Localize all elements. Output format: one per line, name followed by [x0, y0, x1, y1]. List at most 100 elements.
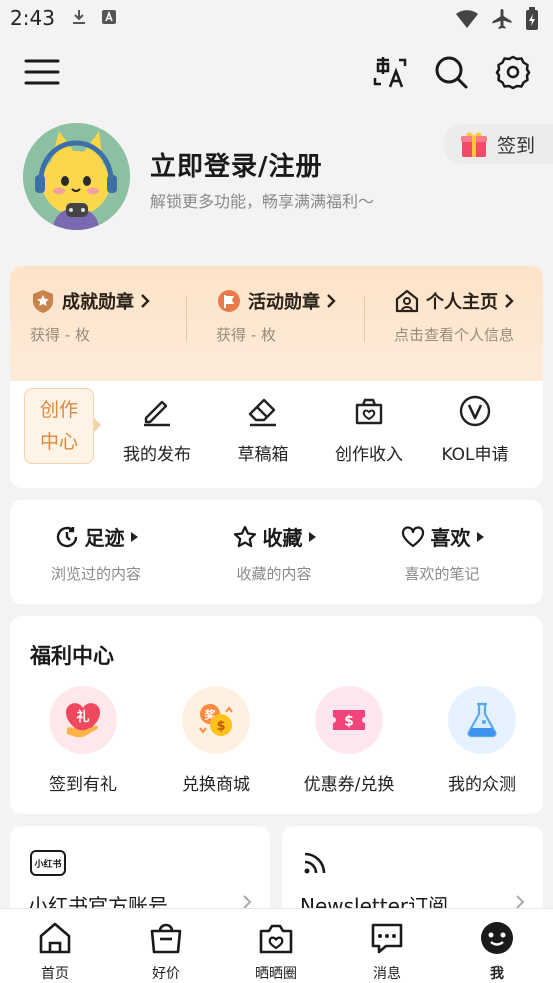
likes-sub: 喜欢的笔记 [404, 565, 480, 583]
divider [186, 296, 187, 342]
footprint-sub: 浏览过的内容 [50, 565, 141, 583]
drafts-label: 草稿箱 [237, 445, 289, 465]
tab-deals[interactable]: 好价 [121, 919, 211, 983]
activity-flag-icon [216, 288, 242, 314]
avatar[interactable] [23, 123, 130, 230]
achievement-shield-icon [30, 288, 56, 314]
tab-messages-label: 消息 [373, 966, 401, 982]
coin-exchange-icon: 奖 $ [182, 686, 250, 754]
status-time: 2:43 [10, 6, 55, 30]
app-notification-icon [100, 8, 118, 26]
creator-center-label-1: 创作 [39, 399, 78, 421]
tab-share-circle-label: 晒晒圈 [255, 966, 297, 982]
signin-gift-label: 签到有礼 [49, 775, 117, 795]
rss-icon [302, 850, 328, 876]
creator-center-button[interactable]: 创作 中心 [24, 388, 94, 464]
star-icon [233, 525, 257, 549]
bottom-tab-bar: 首页 好价 晒晒圈 消息 我 [0, 908, 553, 983]
achievement-badge-title: 成就勋章 [62, 292, 134, 313]
income-bag-icon [352, 394, 386, 428]
login-title[interactable]: 立即登录/注册 [150, 146, 323, 183]
gift-heart-icon: 礼 [49, 686, 117, 754]
svg-text:礼: 礼 [76, 709, 89, 725]
home-user-icon [394, 288, 420, 314]
welfare-title: 福利中心 [30, 644, 114, 668]
history-icon [55, 525, 79, 549]
activity-badge-count: 获得 - 枚 [216, 326, 276, 344]
exchange-mall-entry[interactable]: 奖 $ 兑换商城 [151, 686, 281, 795]
me-avatar-icon [478, 919, 516, 957]
tab-home[interactable]: 首页 [10, 919, 100, 983]
menu-icon[interactable] [24, 54, 60, 90]
likes-title: 喜欢 [430, 526, 471, 550]
chevron-right-icon [140, 293, 150, 309]
activity-badge-entry[interactable]: 活动勋章 获得 - 枚 [216, 288, 336, 345]
triangle-right-icon [130, 531, 138, 542]
badge-card: 成就勋章 获得 - 枚 活动勋章 获得 - 枚 个人主页 点击查看个人信息 创作… [10, 266, 543, 488]
chevron-right-icon [326, 293, 336, 309]
tab-home-label: 首页 [41, 966, 69, 982]
translate-icon[interactable] [372, 54, 408, 90]
xiaohongshu-logo-text: 小红书 [34, 859, 62, 870]
signin-gift-entry[interactable]: 礼 签到有礼 [18, 686, 148, 795]
personal-homepage-sub: 点击查看个人信息 [394, 326, 515, 344]
settings-gear-icon[interactable] [495, 54, 531, 90]
exchange-mall-label: 兑换商城 [182, 775, 250, 795]
download-icon [70, 8, 88, 26]
gift-icon [459, 129, 489, 159]
svg-text:$: $ [344, 714, 354, 730]
creator-center-label-2: 中心 [39, 431, 78, 453]
coupon-entry[interactable]: $ 优惠券/兑换 [284, 686, 414, 795]
xiaohongshu-logo-icon: 小红书 [30, 850, 66, 876]
signin-label: 签到 [497, 134, 536, 157]
kol-apply-button[interactable]: KOL申请 [425, 394, 525, 465]
favorites-title: 收藏 [262, 526, 303, 550]
tab-messages[interactable]: 消息 [342, 919, 432, 983]
welfare-center-card: 福利中心 礼 签到有礼 奖 $ 兑换商城 $ 优惠券/兑换 我的众测 [10, 616, 543, 814]
coupon-label: 优惠券/兑换 [303, 775, 395, 795]
favorites-sub: 收藏的内容 [236, 565, 312, 583]
wifi-icon [455, 9, 479, 29]
camera-heart-icon [257, 919, 295, 957]
favorites-entry[interactable]: 收藏 收藏的内容 [194, 522, 354, 584]
tab-me[interactable]: 我 [452, 919, 542, 983]
chat-icon [368, 919, 406, 957]
battery-icon [525, 7, 539, 31]
status-notification-icons [70, 8, 118, 26]
achievement-badge-entry[interactable]: 成就勋章 获得 - 枚 [30, 288, 150, 345]
drafts-button[interactable]: 草稿箱 [213, 394, 313, 465]
tab-me-label: 我 [490, 966, 504, 982]
history-card: 足迹 浏览过的内容 收藏 收藏的内容 喜欢 喜欢的笔记 [10, 500, 543, 604]
airplane-icon [491, 8, 513, 30]
footprint-title: 足迹 [84, 526, 125, 550]
home-icon [36, 919, 74, 957]
my-trials-label: 我的众测 [448, 775, 516, 795]
edit-icon [140, 394, 174, 428]
tab-share-circle[interactable]: 晒晒圈 [231, 919, 321, 983]
activity-badge-title: 活动勋章 [248, 292, 320, 313]
creator-income-label: 创作收入 [335, 445, 403, 465]
triangle-right-icon [476, 531, 484, 542]
likes-entry[interactable]: 喜欢 喜欢的笔记 [362, 522, 522, 584]
login-subtitle: 解锁更多功能，畅享满满福利〜 [150, 192, 375, 211]
personal-homepage-entry[interactable]: 个人主页 点击查看个人信息 [394, 288, 514, 345]
tab-deals-label: 好价 [152, 966, 180, 982]
flask-icon [448, 686, 516, 754]
creator-income-button[interactable]: 创作收入 [319, 394, 419, 465]
shopping-bag-icon [147, 919, 185, 957]
search-icon[interactable] [433, 54, 469, 90]
footprint-entry[interactable]: 足迹 浏览过的内容 [16, 522, 176, 584]
heart-icon [401, 525, 425, 549]
kol-apply-label: KOL申请 [441, 445, 509, 465]
my-posts-label: 我的发布 [123, 445, 191, 465]
my-trials-entry[interactable]: 我的众测 [417, 686, 547, 795]
kol-v-icon [458, 394, 492, 428]
personal-homepage-title: 个人主页 [426, 292, 498, 313]
creator-arrow [94, 418, 101, 432]
my-posts-button[interactable]: 我的发布 [107, 394, 207, 465]
eraser-icon [246, 394, 280, 428]
svg-text:$: $ [216, 719, 225, 734]
divider [364, 296, 365, 342]
chevron-right-icon [504, 293, 514, 309]
signin-button[interactable]: 签到 [443, 124, 553, 164]
